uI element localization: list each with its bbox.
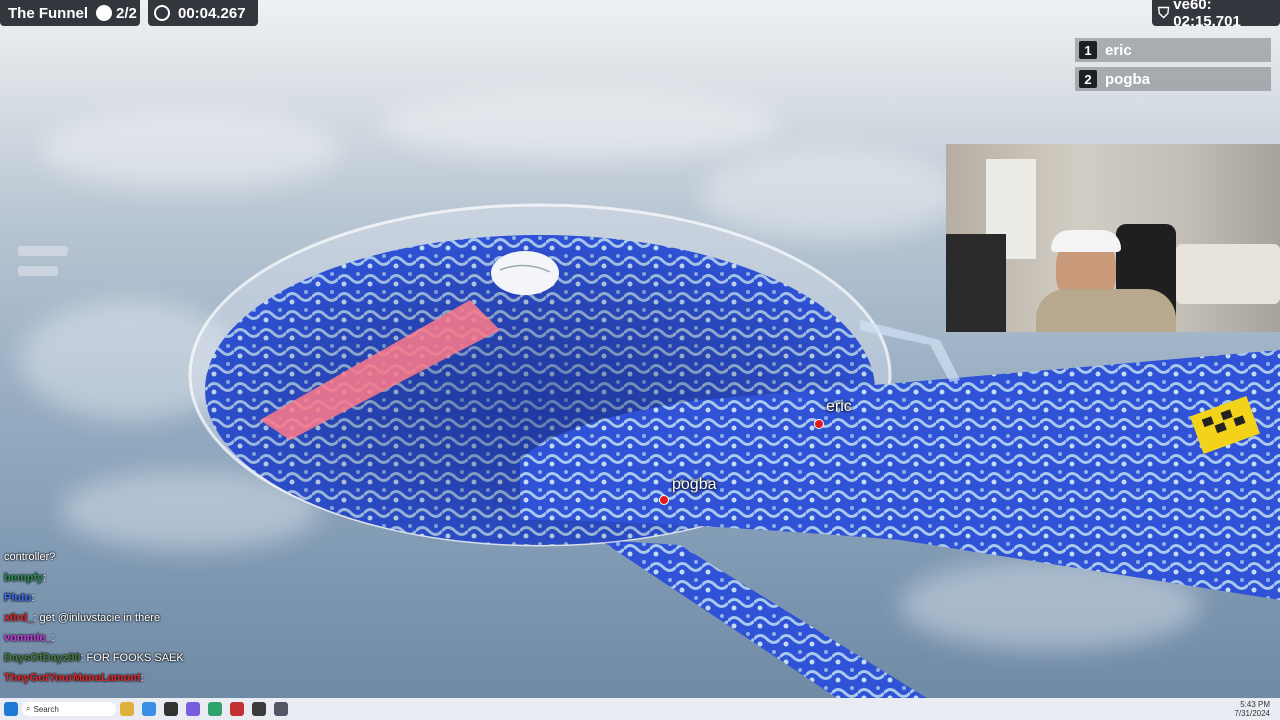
discord-icon[interactable]	[186, 702, 200, 716]
spotify-icon[interactable]	[208, 702, 222, 716]
couch	[1176, 244, 1280, 304]
marble-label-eric: eric	[826, 398, 852, 415]
webcam-feed	[946, 144, 1280, 332]
windows-taskbar: ⌕ Search 5:43 PM 7/31/2024	[0, 698, 1280, 720]
speaker	[946, 234, 1006, 332]
player-name: pogba	[1105, 70, 1150, 88]
rank-badge: 2	[1079, 70, 1097, 88]
stopwatch-icon	[154, 5, 170, 21]
taskbar-clock[interactable]: 5:43 PM 7/31/2024	[1234, 700, 1270, 718]
rank-badge: 1	[1079, 41, 1097, 59]
level-name: The Funnel	[8, 4, 88, 22]
chrome-icon[interactable]	[142, 702, 156, 716]
clock-date: 7/31/2024	[1234, 709, 1270, 718]
obs-icon[interactable]	[230, 702, 244, 716]
best-time-hud: ⛉ ve60: 02:15.701	[1152, 0, 1280, 30]
chat-line: bempfy:	[4, 572, 47, 584]
search-icon: ⌕	[26, 704, 31, 713]
chat-line: Pluto:	[4, 592, 35, 604]
app-icon[interactable]	[164, 702, 178, 716]
app-icon[interactable]	[274, 702, 288, 716]
chat-line: x0rd_: get @inluvstacie in there	[4, 612, 161, 624]
app-icon[interactable]	[252, 702, 266, 716]
chat-line: vommie_:	[4, 632, 55, 644]
start-icon[interactable]	[4, 702, 18, 716]
hint-icon	[18, 246, 68, 256]
headband	[1051, 230, 1121, 252]
chat-line: DaysOfDayz90: FOR FOOKS SAEK	[4, 652, 184, 664]
chat-line: TheyGotYourManeLamont:	[4, 672, 144, 684]
game-scene: eric pogba	[0, 0, 1280, 720]
search-placeholder: Search	[33, 704, 59, 714]
level-hud: The Funnel 2/2	[0, 0, 140, 26]
timer-hud: 00:04.267	[148, 0, 258, 26]
round-icon	[96, 5, 112, 21]
timer-value: 00:04.267	[178, 4, 246, 22]
player-name: eric	[1105, 41, 1132, 59]
round-counter: 2/2	[116, 4, 137, 22]
marble-label-pogba: pogba	[672, 476, 717, 493]
logo-ball	[491, 251, 559, 295]
funnel-track-svg	[188, 203, 1280, 700]
streamer-body	[1036, 289, 1176, 332]
marble-eric	[814, 419, 824, 429]
chat-line: controller?	[4, 551, 56, 563]
leaderboard-row: 2 pogba	[1075, 67, 1271, 91]
leaderboard-row: 1 eric	[1075, 38, 1271, 62]
support-beam	[600, 540, 930, 700]
taskbar-search[interactable]: ⌕ Search	[22, 702, 116, 716]
file-explorer-icon[interactable]	[120, 702, 134, 716]
marble-pogba	[659, 495, 669, 505]
best-time-value: ve60: 02:15.701	[1173, 0, 1241, 30]
clock-time: 5:43 PM	[1240, 700, 1270, 709]
hint-icon	[18, 266, 58, 276]
trophy-icon: ⛉	[1158, 4, 1170, 22]
